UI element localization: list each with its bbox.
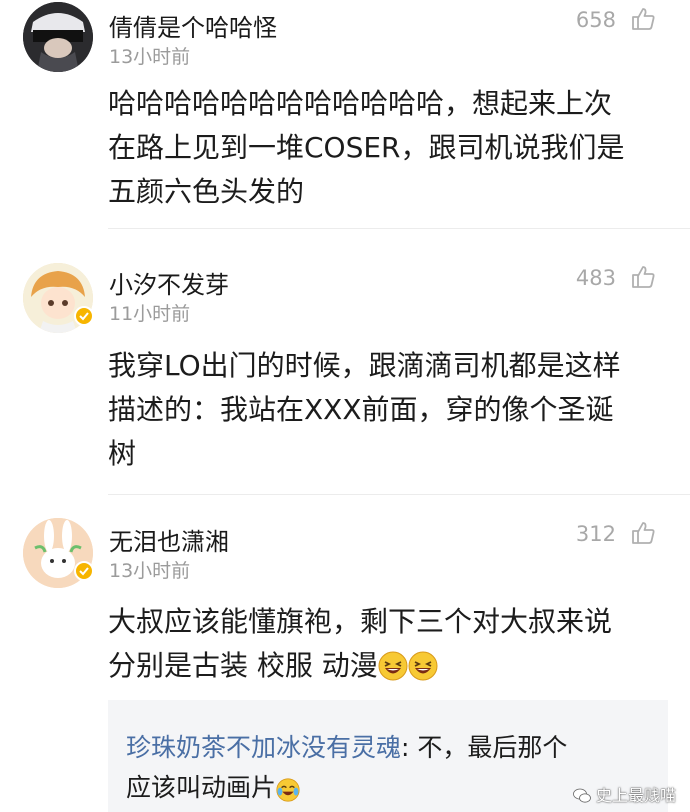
reply-content: 应该叫动画片 bbox=[126, 773, 277, 802]
like-count: 483 bbox=[575, 266, 616, 290]
comment-line: 五颜六色头发的 bbox=[108, 175, 305, 208]
timestamp: 11小时前 bbox=[109, 303, 191, 325]
reply-line: 珍珠奶茶不加冰没有灵魂: 不，最后那个 bbox=[126, 728, 646, 768]
timestamp: 13小时前 bbox=[109, 46, 191, 68]
comment-line: 在路上见到一堆COSER，跟司机说我们是 bbox=[108, 131, 625, 164]
thumbs-up-icon[interactable] bbox=[630, 6, 656, 32]
comment-text: 我穿LO出门的时候，跟滴滴司机都是这样 描述的：我站在XXX前面，穿的像个圣诞 … bbox=[108, 344, 668, 476]
crying-laughing-emoji-icon bbox=[276, 778, 300, 802]
comment-line: 树 bbox=[108, 437, 137, 470]
comment-line: 我穿LO出门的时候，跟滴滴司机都是这样 bbox=[108, 349, 621, 382]
avatar[interactable] bbox=[23, 2, 93, 72]
reply-text: 珍珠奶茶不加冰没有灵魂: 不，最后那个 应该叫动画片 bbox=[126, 728, 646, 808]
thumbs-up-icon[interactable] bbox=[630, 520, 656, 546]
reply-username[interactable]: 珍珠奶茶不加冰没有灵魂 bbox=[126, 733, 401, 762]
comment-line: 大叔应该能懂旗袍，剩下三个对大叔来说 bbox=[108, 605, 613, 638]
username[interactable]: 无泪也潇湘 bbox=[109, 522, 229, 557]
divider bbox=[108, 494, 690, 495]
username[interactable]: 倩倩是个哈哈怪 bbox=[109, 8, 277, 43]
timestamp: 13小时前 bbox=[109, 560, 191, 582]
like-count: 312 bbox=[575, 522, 616, 546]
watermark: 史上最贱喵 bbox=[572, 782, 676, 806]
watermark-text: 史上最贱喵 bbox=[595, 786, 676, 805]
comment-text: 大叔应该能懂旗袍，剩下三个对大叔来说 分别是古装 校服 动漫 bbox=[108, 600, 668, 688]
thumbs-up-icon[interactable] bbox=[630, 264, 656, 290]
comment-line: 分别是古装 校服 动漫 bbox=[108, 644, 668, 688]
reply-colon: : bbox=[401, 733, 418, 762]
comment-line-text: 分别是古装 校服 动漫 bbox=[108, 649, 378, 682]
username[interactable]: 小汐不发芽 bbox=[109, 265, 229, 300]
verified-badge-icon bbox=[74, 561, 94, 581]
reply-content: 不，最后那个 bbox=[417, 733, 568, 762]
divider bbox=[108, 228, 690, 229]
comment-text: 哈哈哈哈哈哈哈哈哈哈哈哈，想起来上次 在路上见到一堆COSER，跟司机说我们是 … bbox=[108, 82, 668, 214]
verified-badge-icon bbox=[74, 306, 94, 326]
laughing-emoji-icon bbox=[408, 651, 438, 681]
reply-line: 应该叫动画片 bbox=[126, 768, 646, 808]
comment-line: 描述的：我站在XXX前面，穿的像个圣诞 bbox=[108, 393, 614, 426]
like-count: 658 bbox=[575, 8, 616, 32]
laughing-emoji-icon bbox=[378, 651, 408, 681]
wechat-icon bbox=[572, 788, 591, 803]
comment-line: 哈哈哈哈哈哈哈哈哈哈哈哈，想起来上次 bbox=[108, 87, 613, 120]
